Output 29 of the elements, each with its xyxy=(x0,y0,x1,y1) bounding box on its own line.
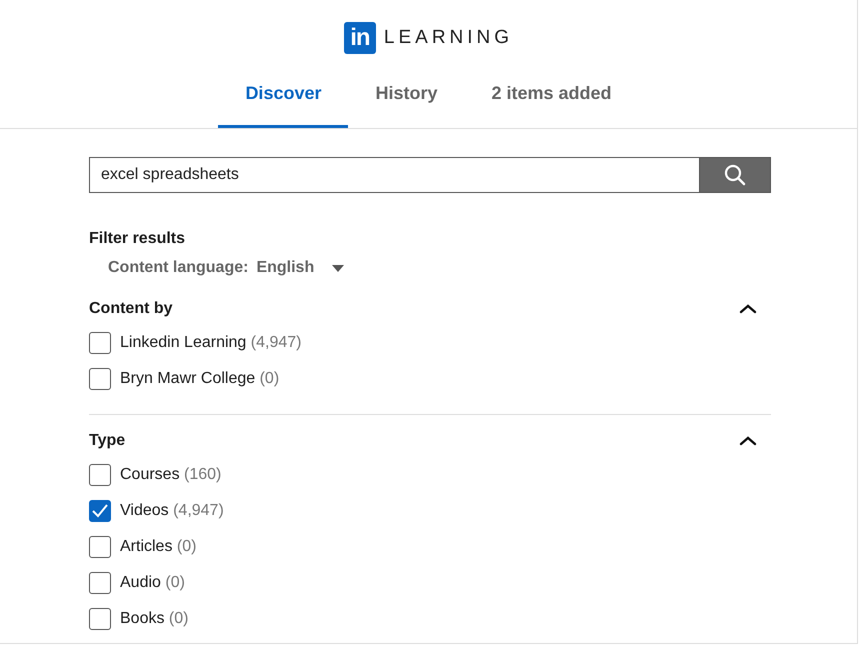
checkbox[interactable] xyxy=(89,500,111,522)
logo-wordmark: LEARNING xyxy=(384,26,514,50)
checkbox[interactable] xyxy=(89,332,111,354)
search-icon xyxy=(724,164,746,186)
search-button[interactable] xyxy=(699,157,771,193)
option-label[interactable]: Linkedin Learning (4,947) xyxy=(120,331,302,355)
option-label[interactable]: Audio (0) xyxy=(120,571,185,595)
checkbox[interactable] xyxy=(89,536,111,558)
logo-mark: in xyxy=(344,22,376,54)
option-label[interactable]: Books (0) xyxy=(120,607,188,631)
option-label[interactable]: Courses (160) xyxy=(120,463,222,487)
search-field[interactable]: excel spreadsheets xyxy=(89,157,699,193)
collapse-chevron-icon[interactable] xyxy=(739,304,757,314)
section-title: Type xyxy=(89,431,126,451)
collapse-chevron-icon[interactable] xyxy=(739,436,757,446)
option-label[interactable]: Articles (0) xyxy=(120,535,196,559)
language-dropdown[interactable]: Content language: English xyxy=(108,256,344,280)
checkbox[interactable] xyxy=(89,464,111,486)
tab[interactable]: Discover xyxy=(218,62,348,128)
section-title: Content by xyxy=(89,299,173,319)
filter-title: Filter results xyxy=(89,229,186,249)
option-label[interactable]: Bryn Mawr College (0) xyxy=(120,367,280,391)
option-label[interactable]: Videos (4,947) xyxy=(120,499,224,523)
checkbox[interactable] xyxy=(89,608,111,630)
tab[interactable]: History xyxy=(348,62,464,128)
checkbox[interactable] xyxy=(89,572,111,594)
checkbox[interactable] xyxy=(89,368,111,390)
caret-icon xyxy=(332,264,344,272)
tab[interactable]: 2 items added xyxy=(464,62,639,128)
